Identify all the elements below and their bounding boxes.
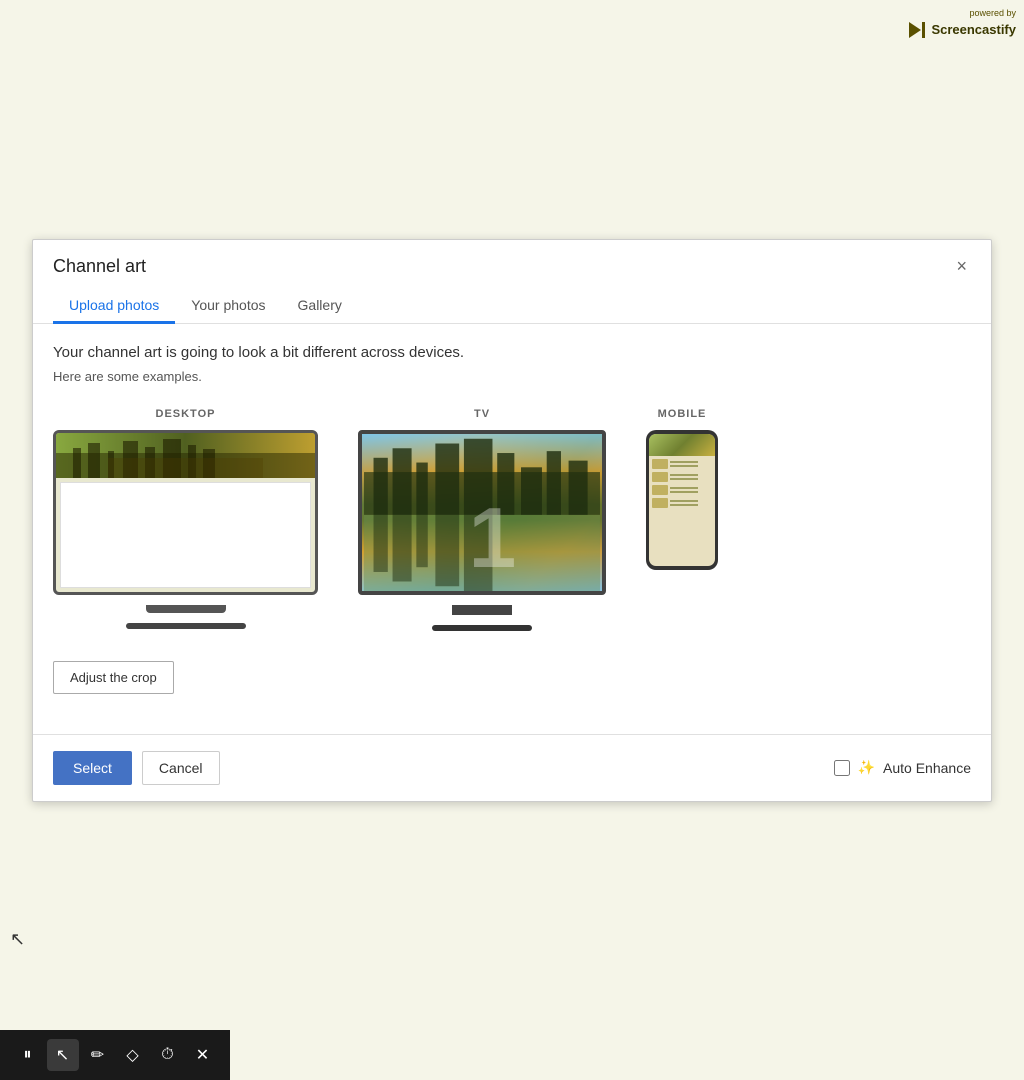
tv-base: [432, 625, 532, 631]
adjust-crop-button[interactable]: Adjust the crop: [53, 661, 174, 694]
mobile-label: MOBILE: [658, 408, 707, 420]
device-previews-container: DESKTOP: [53, 408, 971, 631]
mobile-row-2: [652, 472, 712, 482]
cursor-tool-button[interactable]: ↖: [47, 1039, 79, 1071]
tv-preview: 1: [358, 430, 606, 595]
mobile-line: [670, 487, 698, 489]
mobile-thumb-4: [652, 498, 668, 508]
modal-close-button[interactable]: ×: [952, 257, 971, 275]
tv-section: TV: [358, 408, 606, 631]
modal-content: Your channel art is going to look a bit …: [33, 324, 991, 734]
pen-tool-button[interactable]: ✏: [82, 1039, 114, 1071]
modal-title: Channel art: [53, 256, 146, 277]
mobile-lines-2: [670, 474, 698, 480]
mobile-line: [670, 478, 698, 480]
tab-your-photos[interactable]: Your photos: [175, 289, 281, 324]
mobile-line: [670, 500, 698, 502]
pause-button[interactable]: ⏸: [12, 1039, 44, 1071]
mobile-inner: [649, 434, 715, 566]
tab-upload-photos[interactable]: Upload photos: [53, 289, 175, 324]
tv-stand: [452, 605, 512, 615]
desktop-base: [126, 623, 246, 629]
wand-icon: ✨: [858, 759, 875, 776]
mobile-section: MOBILE: [646, 408, 718, 570]
mobile-lines-4: [670, 500, 698, 506]
mobile-thumb-3: [652, 485, 668, 495]
modal-divider: [33, 734, 991, 735]
mobile-content-rows: [649, 456, 715, 511]
desktop-section: DESKTOP: [53, 408, 318, 629]
modal-overlay: Channel art × Upload photos Your photos …: [0, 0, 1024, 1080]
channel-art-modal: Channel art × Upload photos Your photos …: [32, 239, 992, 802]
mobile-lines-3: [670, 487, 698, 493]
mobile-line: [670, 504, 698, 506]
svg-text:1: 1: [469, 490, 517, 586]
mobile-banner: [649, 434, 715, 456]
timer-button[interactable]: ⏱: [152, 1039, 184, 1071]
mobile-line: [670, 461, 698, 463]
mobile-lines-1: [670, 461, 698, 467]
mobile-row-4: [652, 498, 712, 508]
mobile-line: [670, 474, 698, 476]
cancel-button[interactable]: Cancel: [142, 751, 220, 785]
auto-enhance-label: Auto Enhance: [883, 760, 971, 776]
tv-label: TV: [474, 408, 490, 420]
mobile-line: [670, 465, 698, 467]
modal-header: Channel art ×: [33, 240, 991, 277]
modal-footer: Select Cancel ✨ Auto Enhance: [33, 751, 991, 801]
description-text: Your channel art is going to look a bit …: [53, 344, 971, 361]
desktop-stand: [146, 605, 226, 613]
mobile-line: [670, 491, 698, 493]
desktop-label: DESKTOP: [156, 408, 216, 420]
mobile-preview: [646, 430, 718, 570]
mobile-row-3: [652, 485, 712, 495]
footer-left-buttons: Select Cancel: [53, 751, 220, 785]
desktop-inner-content: [60, 482, 311, 588]
mobile-thumb-2: [652, 472, 668, 482]
mobile-thumb-1: [652, 459, 668, 469]
desktop-banner: [56, 433, 315, 478]
sub-description-text: Here are some examples.: [53, 369, 971, 384]
mobile-row-1: [652, 459, 712, 469]
tv-cityscape: 1: [362, 434, 602, 591]
tabs-container: Upload photos Your photos Gallery: [33, 289, 991, 324]
footer-right-enhance: ✨ Auto Enhance: [834, 759, 971, 776]
shape-tool-button[interactable]: ◇: [117, 1039, 149, 1071]
tab-gallery[interactable]: Gallery: [282, 289, 358, 324]
close-toolbar-button[interactable]: ✕: [187, 1039, 219, 1071]
select-button[interactable]: Select: [53, 751, 132, 785]
bottom-toolbar: ⏸ ↖ ✏ ◇ ⏱ ✕: [0, 1030, 230, 1080]
auto-enhance-checkbox[interactable]: [834, 760, 850, 776]
desktop-preview: [53, 430, 318, 595]
